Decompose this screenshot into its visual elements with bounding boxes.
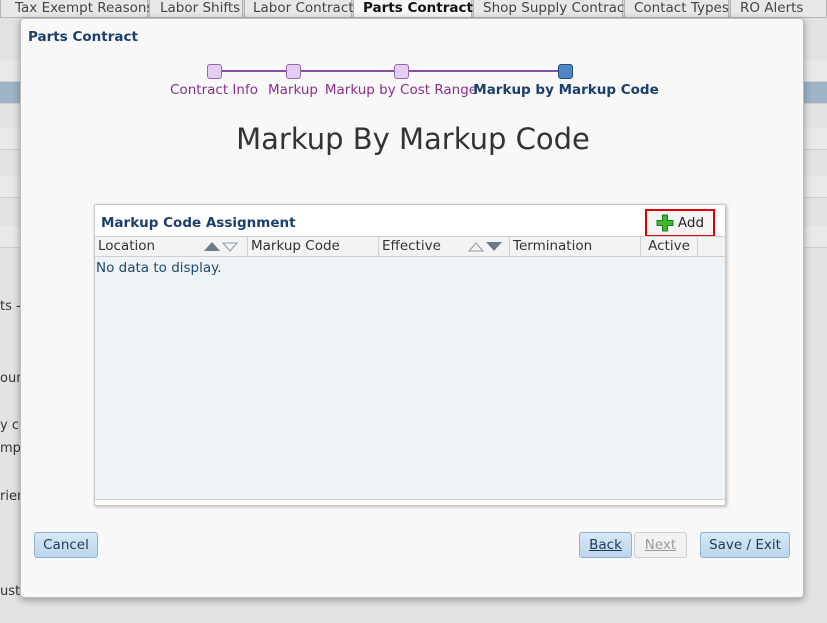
step-node-markup-by-cost-range[interactable] <box>394 64 409 79</box>
tab-parts-contract[interactable]: Parts Contract <box>353 0 473 18</box>
next-label: Next <box>644 537 677 553</box>
step-label-markup-by-cost-range[interactable]: Markup by Cost Range <box>325 82 477 98</box>
background-tab-bar: Tax Exempt Reasons Labor Shifts Labor Co… <box>0 0 827 18</box>
column-header-termination[interactable]: Termination <box>510 237 641 257</box>
back-label: Back <box>589 537 622 553</box>
column-label: Markup Code <box>251 238 340 254</box>
parts-contract-dialog: Parts Contract Contract Info Markup Mark… <box>20 18 804 598</box>
page-heading: Markup By Markup Code <box>236 122 590 156</box>
dialog-title: Parts Contract <box>28 29 138 45</box>
add-label: Add <box>677 215 705 231</box>
sort-ascending-icon[interactable] <box>204 242 220 251</box>
sort-descending-icon[interactable] <box>222 242 238 252</box>
next-button: Next <box>634 532 687 558</box>
markup-code-table: Location Markup Code Effective Terminati… <box>95 236 725 500</box>
column-header-effective[interactable]: Effective <box>379 237 510 257</box>
table-body <box>95 257 725 479</box>
tab-labor-contract[interactable]: Labor Contract <box>244 0 354 18</box>
sort-ascending-icon[interactable] <box>468 242 484 252</box>
column-label: Termination <box>513 238 593 254</box>
panel-title: Markup Code Assignment <box>101 215 296 231</box>
plus-icon <box>656 214 674 232</box>
save-exit-button[interactable]: Save / Exit <box>700 532 790 558</box>
tab-tax-exempt-reasons[interactable]: Tax Exempt Reasons <box>0 0 154 18</box>
tab-contact-types[interactable]: Contact Types <box>624 0 729 18</box>
no-data-message: No data to display. <box>96 260 222 276</box>
column-label: Active <box>648 238 690 254</box>
table-header: Location Markup Code Effective Terminati… <box>95 237 725 257</box>
tab-shop-supply-contract[interactable]: Shop Supply Contract <box>473 0 630 18</box>
step-node-markup[interactable] <box>286 64 301 79</box>
cancel-button[interactable]: Cancel <box>34 532 98 558</box>
column-header-location[interactable]: Location <box>95 237 248 257</box>
tab-labor-shifts[interactable]: Labor Shifts <box>149 0 243 18</box>
stepper-track <box>214 70 566 72</box>
column-header-spacer <box>698 237 725 257</box>
step-label-markup-by-markup-code: Markup by Markup Code <box>473 82 659 98</box>
column-label: Location <box>98 238 156 254</box>
sort-descending-icon[interactable] <box>486 242 502 251</box>
step-node-markup-by-markup-code <box>558 64 573 79</box>
column-header-markup-code[interactable]: Markup Code <box>248 237 379 257</box>
markup-code-assignment-panel: Markup Code Assignment Add Location Mark… <box>94 204 726 506</box>
add-button[interactable]: Add <box>645 209 715 237</box>
background-fragment: ts - <box>0 299 21 314</box>
step-label-markup[interactable]: Markup <box>268 82 318 98</box>
column-label: Effective <box>382 238 441 254</box>
tab-ro-alerts[interactable]: RO Alerts <box>730 0 827 18</box>
step-node-contract-info[interactable] <box>207 64 222 79</box>
back-button[interactable]: Back <box>579 532 632 558</box>
step-label-contract-info[interactable]: Contract Info <box>170 82 258 98</box>
column-header-active[interactable]: Active <box>641 237 698 257</box>
